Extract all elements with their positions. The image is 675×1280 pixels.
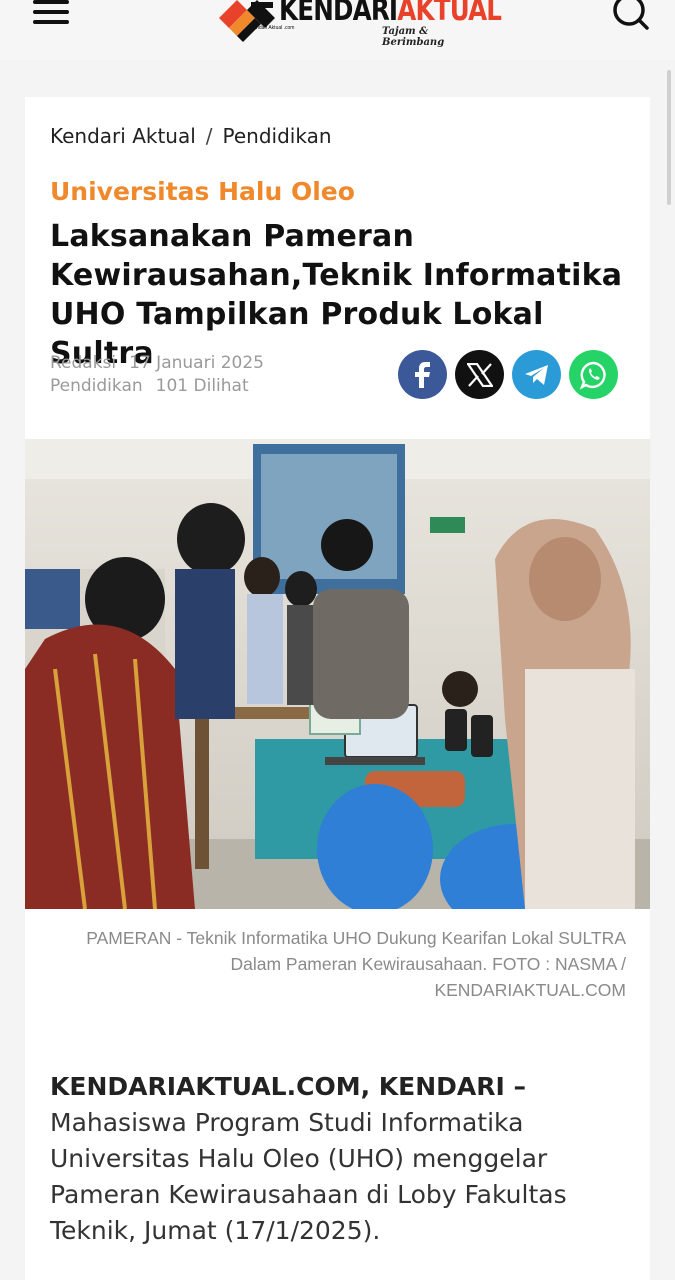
article-views: 101 Dilihat: [155, 376, 249, 396]
share-whatsapp-button[interactable]: [569, 350, 618, 399]
share-buttons: [398, 350, 628, 400]
share-telegram-button[interactable]: [512, 350, 561, 399]
article-card: Kendari Aktual / Pendidikan Universitas Ha…: [25, 97, 650, 1280]
search-icon[interactable]: [611, 0, 651, 30]
article-lead-paragraph: KENDARIAKTUAL.COM, KENDARI – Mahasiswa P…: [50, 1069, 630, 1249]
article-dateline-dash: –: [504, 1072, 527, 1101]
exhibition-photo: [25, 439, 650, 909]
logo-mark-icon: [219, 0, 275, 42]
article-dateline: KENDARIAKTUAL.COM, KENDARI: [50, 1072, 505, 1101]
article-section[interactable]: Pendidikan: [50, 376, 143, 396]
breadcrumb-home-link[interactable]: Kendari Aktual: [50, 124, 196, 148]
article-category-link[interactable]: Universitas Halu Oleo: [50, 177, 355, 206]
image-caption: PAMERAN - Teknik Informatika UHO Dukung …: [86, 928, 626, 1000]
article-date: 17 Januari 2025: [129, 353, 264, 373]
facebook-icon: [414, 361, 430, 388]
article-featured-image[interactable]: [25, 439, 650, 909]
share-x-button[interactable]: [455, 350, 504, 399]
top-bar: Kendari Aktual .com KENDARIAKTUAL Tajam …: [0, 0, 675, 60]
logo-word-kendari: KENDARI: [279, 0, 398, 28]
article-lead-text: Mahasiswa Program Studi Informatika Univ…: [50, 1108, 567, 1245]
article-author[interactable]: Redaksi: [50, 353, 116, 373]
logo-word-aktual: AKTUAL: [397, 0, 502, 28]
hamburger-icon[interactable]: [33, 0, 69, 26]
x-icon: [466, 362, 493, 387]
site-logo[interactable]: Kendari Aktual .com KENDARIAKTUAL Tajam …: [217, 0, 502, 48]
article-meta: Redaksi 17 Januari 2025 Pendidikan 101 Dil…: [50, 352, 277, 398]
logo-tagline: Tajam & Berimbang: [382, 26, 445, 48]
telegram-icon: [524, 364, 548, 385]
page-scrollbar[interactable]: [667, 70, 671, 205]
logo-wordmark: KENDARIAKTUAL: [279, 0, 502, 28]
whatsapp-icon: [579, 361, 606, 389]
share-facebook-button[interactable]: [398, 350, 447, 399]
breadcrumb-current-link[interactable]: Pendidikan: [223, 124, 332, 148]
breadcrumb-separator: /: [205, 124, 213, 148]
breadcrumb: Kendari Aktual / Pendidikan: [50, 124, 332, 148]
